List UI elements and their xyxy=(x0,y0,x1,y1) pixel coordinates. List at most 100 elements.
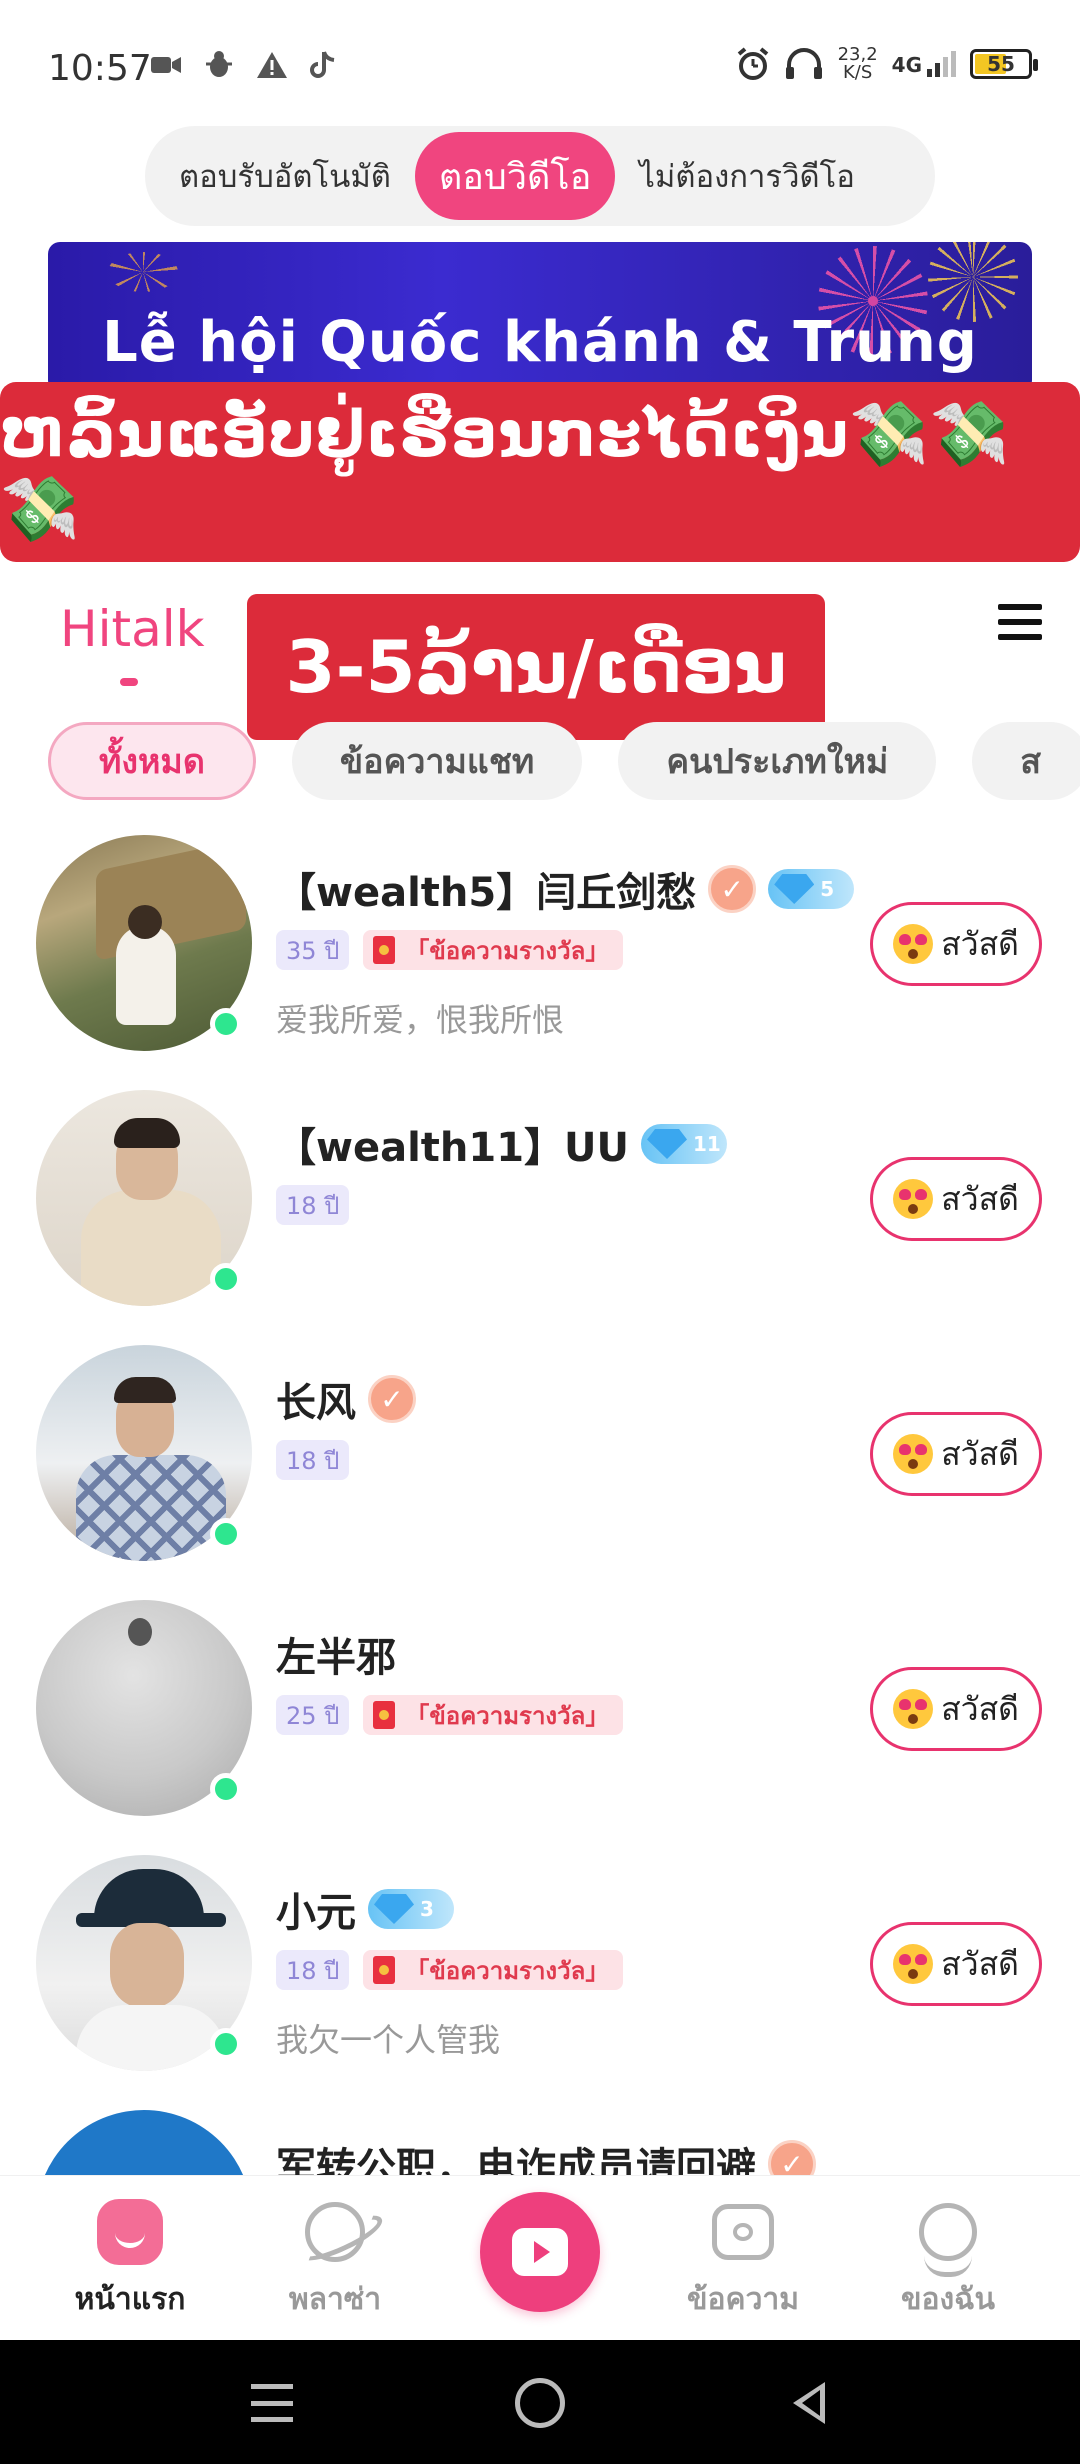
back-button[interactable] xyxy=(787,2378,837,2428)
verified-icon: ✓ xyxy=(768,2140,816,2175)
user-name: 【wealth5】闫丘剑愁 ✓ 5 xyxy=(276,860,855,918)
user-name: 军转公职，电诈成员请回避 ✓ xyxy=(276,2135,816,2175)
tab-chat-messages[interactable]: ข้อความแชท xyxy=(291,722,583,800)
say-hello-label: สวัสดี xyxy=(941,1434,1019,1473)
battery-level: 55 xyxy=(987,52,1015,76)
nav-home-label: หน้าแรก xyxy=(74,2282,186,2317)
say-hello-button[interactable]: สวัสดี xyxy=(870,1922,1042,2006)
list-item[interactable]: 小元 3 18 ปี 「ข้อความรางวัล」 我欠一个人管我 สวัสด… xyxy=(0,1850,1080,2105)
net-speed: 23,2 K/S xyxy=(838,46,878,82)
list-item[interactable]: 【wealth5】闫丘剑愁 ✓ 5 35 ปี 「ข้อความรางวัล」 … xyxy=(0,830,1080,1085)
online-status-dot xyxy=(210,2028,242,2060)
user-name-text: 长风 xyxy=(276,1380,356,1426)
list-item[interactable]: 左半邪 25 ปี 「ข้อความรางวัล」 สวัสดี xyxy=(0,1595,1080,1850)
nav-home[interactable]: หน้าแรก xyxy=(50,2196,210,2323)
headphones-icon xyxy=(785,48,822,79)
user-name: 长风 ✓ xyxy=(276,1370,416,1428)
user-name: 左半邪 xyxy=(276,1625,396,1683)
home-button[interactable] xyxy=(515,2378,565,2428)
tab-new-people[interactable]: คนประเภทใหม่ xyxy=(618,722,937,800)
promo-strip: ຫລິ້ນແອັບຢູ່ເຮືອນກະໄດ້ເງິນ💸💸💸 xyxy=(0,382,1080,562)
signal-icon: 4G xyxy=(892,51,956,77)
banner-title: Lễ hội Quốc khánh & Trung thu xyxy=(102,310,978,392)
reward-tag-label: 「ข้อความรางวัล」 xyxy=(405,1956,610,1985)
nav-plaza[interactable]: พลาซ่า xyxy=(255,2196,415,2323)
diamond-level: 5 xyxy=(820,877,835,901)
status-time: 10:57 xyxy=(48,48,152,89)
diamond-level: 3 xyxy=(420,1897,434,1921)
say-hello-button[interactable]: สวัสดี xyxy=(870,1667,1042,1751)
reward-tag-label: 「ข้อความรางวัล」 xyxy=(405,936,610,965)
tiktok-icon xyxy=(310,51,335,78)
say-hello-button[interactable]: สวัสดี xyxy=(870,1157,1042,1241)
status-bar: 10:57 23,2 K/S 4G 55 xyxy=(0,0,1080,130)
reward-message-tag: 「ข้อความรางวัล」 xyxy=(363,930,624,970)
online-status-dot xyxy=(210,1008,242,1040)
heart-eyes-emoji-icon xyxy=(893,1689,934,1729)
user-bio: 爱我所爱，恨我所恨 xyxy=(276,1001,565,1039)
user-tags: 35 ปี 「ข้อความรางวัล」 xyxy=(276,930,624,970)
notification-icons xyxy=(150,50,336,80)
user-name: 小元 3 xyxy=(276,1880,454,1938)
age-tag: 18 ปี xyxy=(276,1950,350,1990)
heart-eyes-emoji-icon xyxy=(893,1179,934,1219)
battery-icon: 55 xyxy=(970,49,1038,79)
menu-icon[interactable] xyxy=(998,600,1042,644)
answer-mode-switch: ตอบรับอัตโนมัติ ตอบวิดีโอ ไม่ต้องการวิดี… xyxy=(145,126,935,226)
diamond-level-badge: 3 xyxy=(368,1889,454,1929)
message-icon xyxy=(707,2196,779,2268)
user-name-text: 军转公职，电诈成员请回避 xyxy=(276,2145,756,2175)
reward-message-tag: 「ข้อความรางวัล」 xyxy=(363,1695,624,1735)
red-envelope-icon xyxy=(373,1956,396,1984)
user-bio: 我欠一个人管我 xyxy=(276,2021,501,2059)
heart-eyes-emoji-icon xyxy=(893,924,934,964)
no-video-option[interactable]: ไม่ต้องการวิดีโอ xyxy=(615,132,879,220)
auto-answer-option[interactable]: ตอบรับอัตโนมัติ xyxy=(155,132,415,220)
user-name-text: 【wealth5】闫丘剑愁 xyxy=(276,870,697,916)
say-hello-label: สวัสดี xyxy=(941,1944,1019,1983)
diamond-icon xyxy=(374,1894,414,1924)
recent-apps-button[interactable] xyxy=(247,2378,297,2428)
nav-plaza-label: พลาซ่า xyxy=(288,2282,382,2317)
nav-profile[interactable]: ของฉัน xyxy=(868,2196,1028,2323)
tab-all[interactable]: ทั้งหมด xyxy=(48,722,256,800)
diamond-level-badge: 5 xyxy=(768,869,855,909)
list-item[interactable]: 军转公职，电诈成员请回避 ✓ xyxy=(0,2105,1080,2175)
say-hello-button[interactable]: สวัสดี xyxy=(870,1412,1042,1496)
firework-decoration xyxy=(108,252,178,292)
profile-icon xyxy=(912,2196,984,2277)
diamond-level-badge: 11 xyxy=(641,1124,728,1164)
list-item[interactable]: 长风 ✓ 18 ปี สวัสดี xyxy=(0,1340,1080,1595)
system-nav-bar xyxy=(0,2340,1080,2464)
avatar[interactable] xyxy=(36,2110,252,2175)
system-status: 23,2 K/S 4G 55 xyxy=(736,46,1038,82)
user-tags: 18 ปี 「ข้อความรางวัล」 xyxy=(276,1950,624,1990)
warning-icon xyxy=(257,52,287,78)
app-name: Hitalk xyxy=(60,600,205,658)
video-match-button[interactable] xyxy=(480,2192,600,2312)
age-tag: 35 ปี xyxy=(276,930,350,970)
reward-tag-label: 「ข้อความรางวัล」 xyxy=(405,1701,610,1730)
event-banner[interactable]: Lễ hội Quốc khánh & Trung thu xyxy=(48,242,1032,392)
age-tag: 25 ปี xyxy=(276,1695,350,1735)
video-icon xyxy=(151,57,181,73)
video-answer-option[interactable]: ตอบวิดีโอ xyxy=(414,132,616,220)
app-name-indicator xyxy=(120,678,138,686)
heart-eyes-emoji-icon xyxy=(893,1434,934,1474)
app-screen: 10:57 23,2 K/S 4G 55 ตอบรับอัตโนมัติ ตอบ… xyxy=(0,0,1080,2464)
nav-messages-label: ข้อความ xyxy=(686,2282,800,2317)
net-speed-unit: K/S xyxy=(842,62,873,83)
say-hello-button[interactable]: สวัสดี xyxy=(870,902,1042,986)
verified-icon: ✓ xyxy=(708,865,757,913)
diamond-icon xyxy=(774,874,815,904)
video-tv-icon xyxy=(512,2228,568,2276)
nav-messages[interactable]: ข้อความ xyxy=(663,2196,823,2323)
planet-icon xyxy=(299,2196,371,2268)
user-name: 【wealth11】UU 11 xyxy=(276,1115,728,1173)
nav-profile-label: ของฉัน xyxy=(900,2282,996,2317)
list-item[interactable]: 【wealth11】UU 11 18 ปี สวัสดี xyxy=(0,1085,1080,1340)
home-icon xyxy=(94,2196,166,2268)
tab-more[interactable]: ส xyxy=(972,722,1080,800)
reward-message-tag: 「ข้อความรางวัล」 xyxy=(363,1950,624,1990)
user-name-text: 【wealth11】UU xyxy=(276,1125,630,1171)
